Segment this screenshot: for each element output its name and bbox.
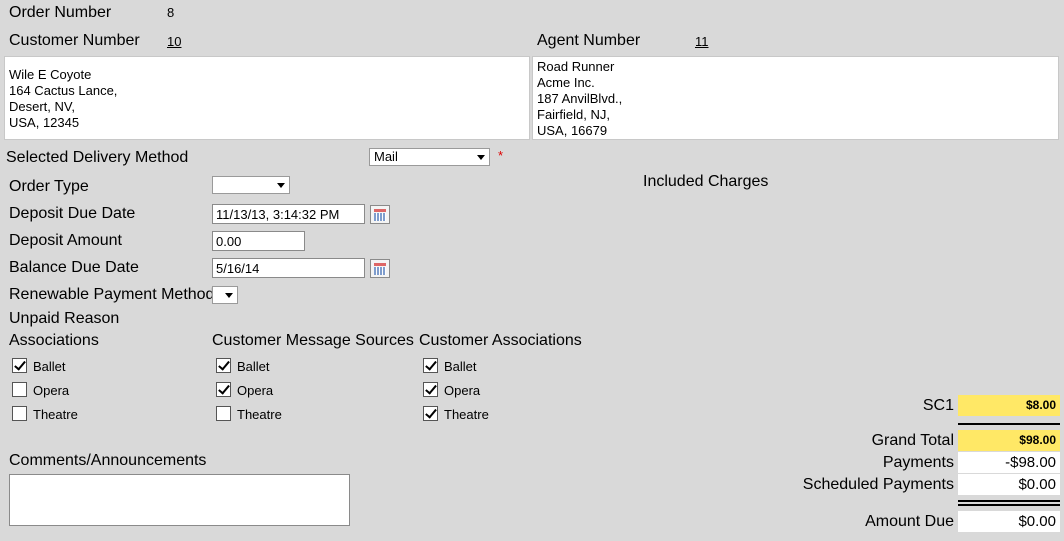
balance-due-date-label: Balance Due Date <box>9 259 139 276</box>
agent-address-line: Road Runner <box>537 59 615 74</box>
checkbox-label: Ballet <box>33 359 66 374</box>
checkbox-label: Theatre <box>237 407 282 422</box>
customer-associations-heading: Customer Associations <box>419 332 582 349</box>
customer-address-line: USA, 12345 <box>9 115 80 130</box>
order-number-label: Order Number <box>9 4 112 21</box>
required-marker: * <box>498 148 504 163</box>
agent-address-line: Acme Inc. <box>537 75 595 90</box>
amount-due-label: Amount Due <box>865 513 954 530</box>
checkbox-label: Opera <box>444 383 481 398</box>
deposit-due-date-input[interactable] <box>212 204 365 224</box>
payments-label: Payments <box>882 454 954 471</box>
checkbox-label: Ballet <box>444 359 477 374</box>
divider <box>958 500 1060 502</box>
divider <box>958 423 1060 425</box>
chevron-down-icon <box>225 293 233 298</box>
included-charges-heading: Included Charges <box>643 173 769 190</box>
agent-address-line: USA, 16679 <box>537 123 608 138</box>
associations-heading: Associations <box>9 332 99 349</box>
order-type-select[interactable] <box>212 176 290 194</box>
customer-address-line: Wile E Coyote <box>9 67 92 82</box>
customer-number-link[interactable]: 10 <box>167 34 181 49</box>
scheduled-payments-value: $0.00 <box>958 474 1060 495</box>
agent-number-link[interactable]: 11 <box>695 34 709 49</box>
order-number-value: 8 <box>167 5 175 20</box>
customer-address: Wile E Coyote 164 Cactus Lance, Desert, … <box>4 56 530 140</box>
order-type-label: Order Type <box>9 178 89 195</box>
checkbox-opera[interactable] <box>423 382 438 397</box>
customer-number-label: Customer Number <box>9 32 140 49</box>
sc1-label: SC1 <box>922 397 954 414</box>
checkbox-label: Ballet <box>237 359 270 374</box>
scheduled-payments-label: Scheduled Payments <box>802 476 954 493</box>
chevron-down-icon <box>277 183 285 188</box>
calendar-icon[interactable] <box>370 205 390 224</box>
calendar-icon[interactable] <box>370 259 390 278</box>
balance-due-date-input[interactable] <box>212 258 365 278</box>
sc1-value: $8.00 <box>958 395 1060 416</box>
customer-address-line: 164 Cactus Lance, <box>9 83 118 98</box>
grand-total-label: Grand Total <box>871 432 954 449</box>
delivery-method-select[interactable]: Mail <box>369 148 490 166</box>
renewable-payment-method-select[interactable] <box>212 286 238 304</box>
delivery-method-label: Selected Delivery Method <box>6 149 189 166</box>
checkbox-ballet[interactable] <box>423 358 438 373</box>
delivery-method-value: Mail <box>374 149 398 164</box>
checkbox-opera[interactable] <box>216 382 231 397</box>
unpaid-reason-label: Unpaid Reason <box>9 310 120 327</box>
grand-total-value: $98.00 <box>958 430 1060 451</box>
checkbox-label: Theatre <box>444 407 489 422</box>
agent-address-line: 187 AnvilBlvd., <box>537 91 623 106</box>
amount-due-value: $0.00 <box>958 511 1060 532</box>
checkbox-ballet[interactable] <box>12 358 27 373</box>
deposit-amount-label: Deposit Amount <box>9 232 122 249</box>
comments-label: Comments/Announcements <box>9 452 207 469</box>
checkbox-theatre[interactable] <box>423 406 438 421</box>
deposit-amount-input[interactable] <box>212 231 305 251</box>
customer-message-sources-heading: Customer Message Sources <box>212 332 414 349</box>
divider <box>958 504 1060 506</box>
checkbox-opera[interactable] <box>12 382 27 397</box>
agent-address-line: Fairfield, NJ, <box>537 107 610 122</box>
agent-address: Road Runner Acme Inc. 187 AnvilBlvd., Fa… <box>532 56 1059 140</box>
checkbox-theatre[interactable] <box>216 406 231 421</box>
comments-textarea[interactable] <box>9 474 350 526</box>
checkbox-label: Opera <box>33 383 70 398</box>
customer-address-line: Desert, NV, <box>9 99 75 114</box>
chevron-down-icon <box>477 155 485 160</box>
renewable-payment-method-label: Renewable Payment Method <box>9 286 215 303</box>
deposit-due-date-label: Deposit Due Date <box>9 205 136 222</box>
checkbox-label: Theatre <box>33 407 78 422</box>
payments-value: -$98.00 <box>958 452 1060 473</box>
agent-number-label: Agent Number <box>537 32 641 49</box>
checkbox-theatre[interactable] <box>12 406 27 421</box>
checkbox-label: Opera <box>237 383 274 398</box>
checkbox-ballet[interactable] <box>216 358 231 373</box>
